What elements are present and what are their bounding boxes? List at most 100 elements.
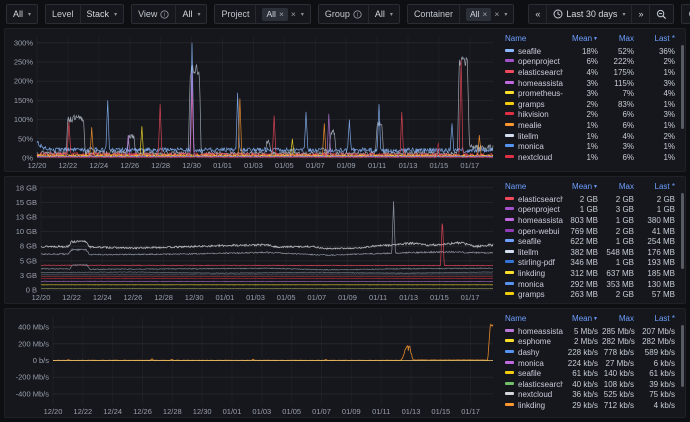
legend-header-name[interactable]: Name (501, 34, 563, 46)
legend-row[interactable]: monica 292 MB 353 MB 130 MB (501, 279, 677, 290)
series-name-cell[interactable]: litellm (501, 131, 563, 142)
view-dropdown[interactable]: All ▾ (175, 5, 206, 23)
series-name-cell[interactable]: openproject (501, 205, 563, 216)
legend-header-mean[interactable]: Mean▼ (563, 182, 600, 194)
series-name-cell[interactable]: open-webui (501, 226, 563, 237)
series-last-value: 193 MB (647, 258, 675, 268)
legend-row[interactable]: nextcloud 1% 6% 1% (501, 152, 677, 163)
series-name-cell[interactable]: linkding (501, 268, 563, 279)
network-traffic-chart[interactable]: -400 Mb/s -200 Mb/s 0 b/s 200 Mb/s 400 Mb/s 1… (7, 311, 499, 417)
refresh-button[interactable]: Refresh (682, 5, 690, 23)
legend-row[interactable]: nextcloud 36 kb/s 525 kb/s 75 kb/s (501, 390, 677, 401)
legend-row[interactable]: seafile 61 kb/s 140 kb/s 61 kb/s (501, 368, 677, 379)
legend-header-last[interactable]: Last * (636, 314, 677, 326)
series-name-cell[interactable]: elasticsearch (501, 67, 563, 78)
container-chip[interactable]: All × (465, 7, 492, 21)
legend-row[interactable]: homeassistant 3% 115% 3% (501, 78, 677, 89)
series-name-cell[interactable]: nextcloud (501, 390, 563, 401)
legend-row[interactable]: mealie 1% 6% 1% (501, 120, 677, 131)
legend-row[interactable]: monica 224 kb/s 27 Mb/s 6 kb/s (501, 358, 677, 369)
legend-row[interactable]: litellm 382 MB 548 MB 176 MB (501, 247, 677, 258)
series-name-cell[interactable]: litellm (501, 247, 563, 258)
clear-all-icon[interactable]: × (291, 10, 296, 19)
series-max-value: 2 GB (615, 290, 634, 300)
series-name-cell[interactable]: gramps (501, 289, 563, 300)
legend-row[interactable]: seafile 622 MB 1 GB 254 MB (501, 236, 677, 247)
svg-text:01/09: 01/09 (337, 161, 356, 170)
legend-row[interactable]: gramps 2% 83% 1% (501, 99, 677, 110)
cpu-usage-chart[interactable]: 0% 50% 100% 150% 200% 250% 300% 12/20 12/22 12/24… (7, 31, 499, 171)
svg-text:01/03: 01/03 (244, 161, 263, 170)
series-color-chip (505, 196, 514, 200)
legend-row[interactable]: litellm 1% 4% 2% (501, 131, 677, 142)
legend-row[interactable]: dashy 228 kb/s 778 kb/s 589 kb/s (501, 347, 677, 358)
series-name-cell[interactable]: homeassistant (501, 78, 563, 89)
time-range-picker-button[interactable]: Last 30 days ▾ (546, 5, 631, 23)
series-last-value: 176 MB (647, 247, 675, 257)
series-name-cell[interactable]: seafile (501, 236, 563, 247)
container-dropdown[interactable]: All × × ▾ (458, 5, 513, 23)
close-icon[interactable]: × (279, 10, 284, 19)
project-chip[interactable]: All × (262, 7, 288, 21)
legend-row[interactable]: elasticsearch 2 GB 2 GB 2 GB (501, 194, 677, 205)
group-dropdown[interactable]: All ▾ (367, 5, 399, 23)
legend-scrollbar[interactable] (681, 45, 684, 129)
legend-header-mean[interactable]: Mean▼ (563, 34, 600, 46)
series-name-cell[interactable]: monica (501, 358, 563, 369)
legend-row[interactable]: elasticsearch 4% 175% 1% (501, 67, 677, 78)
legend-header-max[interactable]: Max (600, 314, 636, 326)
legend-row[interactable]: homeassistant 803 MB 1 GB 380 MB (501, 215, 677, 226)
series-name-cell[interactable]: prometheus-linux (501, 88, 563, 99)
svg-text:12/22: 12/22 (62, 293, 81, 302)
memory-usage-chart[interactable]: 0 B3 GB 5 GB 8 GB 10 GB 13 GB 15 GB 18 GB 12/20… (7, 179, 499, 303)
series-name-cell[interactable]: esphome (501, 337, 563, 348)
level-dropdown[interactable]: Stack ▾ (79, 5, 124, 23)
series-name-cell[interactable]: homeassistant (501, 215, 563, 226)
series-name-cell[interactable]: homeassistant (501, 326, 563, 337)
legend-row[interactable]: open-webui 769 MB 2 GB 41 MB (501, 226, 677, 237)
time-shift-back-button[interactable]: « (529, 5, 546, 23)
series-name-cell[interactable]: linkding (501, 400, 563, 411)
legend-row[interactable]: stirling-pdf 346 MB 1 GB 193 MB (501, 258, 677, 269)
legend-row[interactable]: gramps 263 MB 2 GB 57 MB (501, 289, 677, 300)
series-name-cell[interactable]: elasticsearch (501, 194, 563, 205)
legend-row[interactable]: openproject 6% 222% 2% (501, 57, 677, 68)
series-name-cell[interactable]: openproject (501, 57, 563, 68)
series-name-cell[interactable]: monica (501, 141, 563, 152)
legend-scrollbar[interactable] (681, 193, 684, 269)
legend-row[interactable]: prometheus-linux 3% 7% 4% (501, 88, 677, 99)
series-name-cell[interactable]: mealie (501, 120, 563, 131)
legend-row[interactable]: monica 1% 3% 1% (501, 141, 677, 152)
close-icon[interactable]: × (482, 10, 487, 19)
clear-all-icon[interactable]: × (494, 10, 499, 19)
legend-header-mean[interactable]: Mean▼ (563, 314, 600, 326)
series-name-cell[interactable]: elasticsearch (501, 379, 563, 390)
project-dropdown[interactable]: All × × ▾ (255, 5, 309, 23)
legend-row[interactable]: openproject 1 GB 3 GB 1 GB (501, 205, 677, 216)
legend-header-last[interactable]: Last * (636, 34, 677, 46)
time-shift-forward-button[interactable]: » (631, 5, 649, 23)
series-name-cell[interactable]: dashy (501, 347, 563, 358)
series-name-cell[interactable]: monica (501, 279, 563, 290)
legend-row[interactable]: esphome 2 Mb/s 282 Mb/s 282 Mb/s (501, 337, 677, 348)
series-name-cell[interactable]: gramps (501, 99, 563, 110)
legend-header-max[interactable]: Max (600, 34, 636, 46)
legend-header-name[interactable]: Name (501, 182, 563, 194)
series-name-cell[interactable]: seafile (501, 46, 563, 57)
legend-row[interactable]: homeassistant 5 Mb/s 285 Mb/s 207 Mb/s (501, 326, 677, 337)
series-name-cell[interactable]: hikvision (501, 110, 563, 121)
legend-row[interactable]: elasticsearch 40 kb/s 108 kb/s 39 kb/s (501, 379, 677, 390)
series-name-cell[interactable]: nextcloud (501, 152, 563, 163)
legend-header-last[interactable]: Last * (636, 182, 677, 194)
legend-row[interactable]: linkding 29 kb/s 712 kb/s 4 kb/s (501, 400, 677, 411)
legend-scrollbar[interactable] (681, 325, 684, 387)
legend-header-name[interactable]: Name (501, 314, 563, 326)
legend-row[interactable]: linkding 312 MB 637 MB 185 MB (501, 268, 677, 279)
legend-row[interactable]: hikvision 2% 6% 3% (501, 110, 677, 121)
series-name-cell[interactable]: seafile (501, 368, 563, 379)
variable-all-dropdown[interactable]: All ▾ (7, 5, 37, 23)
series-name-cell[interactable]: stirling-pdf (501, 258, 563, 269)
legend-row[interactable]: seafile 18% 52% 36% (501, 46, 677, 57)
zoom-out-time-button[interactable] (649, 5, 673, 23)
legend-header-max[interactable]: Max (600, 182, 636, 194)
